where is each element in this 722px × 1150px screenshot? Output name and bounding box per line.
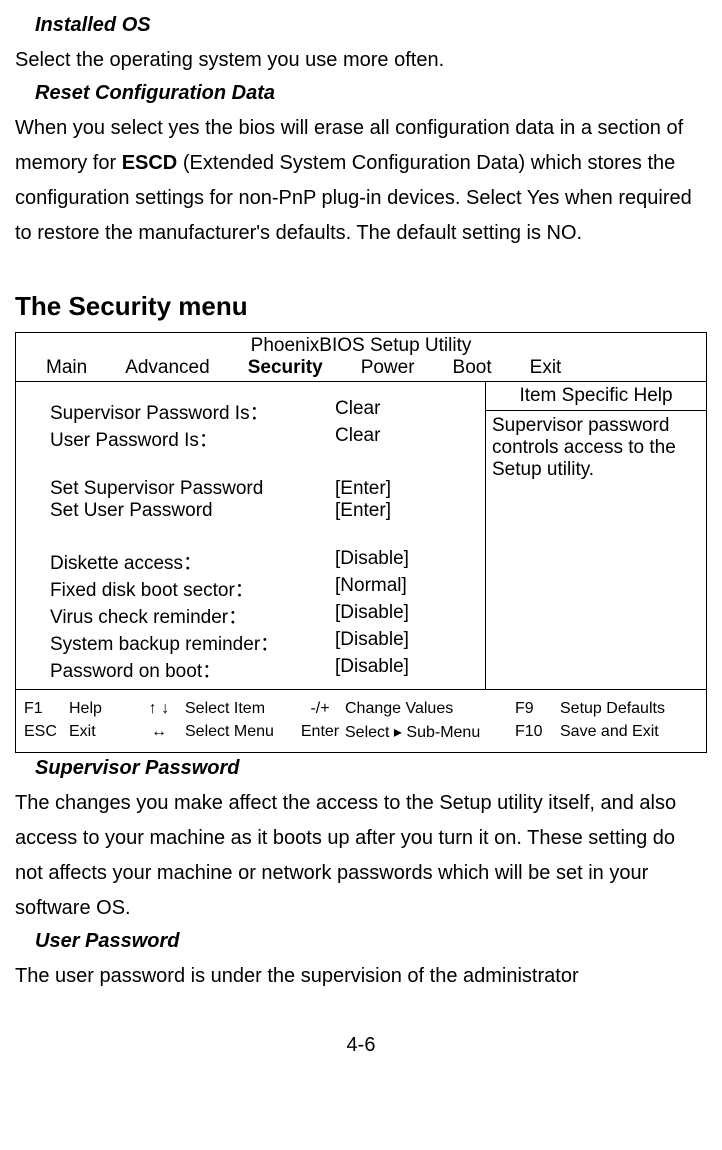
bios-label: Password on boot： [50, 656, 335, 683]
bios-value: Clear [335, 398, 380, 425]
bios-label: Virus check reminder： [50, 602, 335, 629]
arrow-leftright-icon: ↔ [139, 723, 179, 741]
bios-row: Diskette access：[Disable] [50, 548, 477, 575]
bios-settings: Supervisor Password Is：Clear User Passwo… [16, 382, 485, 689]
bios-help-title: Item Specific Help [486, 382, 706, 411]
key-f10: F10 [515, 723, 560, 741]
key-enter: Enter [295, 723, 345, 741]
key-help: Help [69, 700, 139, 718]
bios-label: Diskette access： [50, 548, 335, 575]
key-change-values: Change Values [345, 700, 515, 718]
bios-row: Set User Password[Enter] [50, 500, 477, 522]
bios-label: Set Supervisor Password [50, 478, 335, 500]
key-save-exit: Save and Exit [560, 723, 659, 741]
key-exit: Exit [69, 723, 139, 741]
bios-tab-exit: Exit [530, 357, 562, 379]
bios-label: User Password Is： [50, 425, 335, 452]
user-password-body: The user password is under the supervisi… [15, 959, 707, 994]
bios-value: [Enter] [335, 500, 391, 522]
supervisor-password-heading: Supervisor Password [35, 757, 707, 780]
key-f1: F1 [24, 700, 69, 718]
bios-value: [Enter] [335, 478, 391, 500]
bios-footer-row: F1 Help ↑ ↓ Select Item -/+ Change Value… [24, 700, 698, 718]
bios-row: Supervisor Password Is：Clear [50, 398, 477, 425]
bios-tab-main: Main [46, 357, 87, 379]
bios-row: System backup reminder：[Disable] [50, 629, 477, 656]
bios-title: PhoenixBIOS Setup Utility [16, 333, 706, 357]
bios-tabs: Main Advanced Security Power Boot Exit [16, 357, 706, 382]
page-number: 4-6 [15, 1034, 707, 1057]
bios-label: System backup reminder： [50, 629, 335, 656]
key-setup-defaults: Setup Defaults [560, 700, 665, 718]
bios-tab-boot: Boot [453, 357, 492, 379]
bios-value: [Disable] [335, 602, 409, 629]
key-select-menu: Select Menu [179, 723, 295, 741]
bios-row: Password on boot：[Disable] [50, 656, 477, 683]
reset-config-heading: Reset Configuration Data [35, 82, 707, 105]
bios-value: [Disable] [335, 629, 409, 656]
bios-footer-row: ESC Exit ↔ Select Menu Enter Select ▸ Su… [24, 722, 698, 742]
installed-os-body: Select the operating system you use more… [15, 43, 707, 78]
bios-value: [Disable] [335, 548, 409, 575]
bios-row: Virus check reminder：[Disable] [50, 602, 477, 629]
bios-screenshot: PhoenixBIOS Setup Utility Main Advanced … [15, 332, 707, 753]
bios-label: Fixed disk boot sector： [50, 575, 335, 602]
key-select-submenu: Select ▸ Sub-Menu [345, 722, 515, 742]
user-password-heading: User Password [35, 930, 707, 953]
supervisor-password-body: The changes you make affect the access t… [15, 786, 707, 926]
key-esc: ESC [24, 723, 69, 741]
bios-tab-security: Security [248, 357, 323, 379]
bios-value: [Disable] [335, 656, 409, 683]
reset-config-body: When you select yes the bios will erase … [15, 111, 707, 251]
bios-tab-advanced: Advanced [125, 357, 210, 379]
bios-tab-power: Power [361, 357, 415, 379]
bios-row: Fixed disk boot sector：[Normal] [50, 575, 477, 602]
bios-value: [Normal] [335, 575, 407, 602]
security-menu-heading: The Security menu [15, 291, 707, 322]
arrow-updown-icon: ↑ ↓ [139, 700, 179, 718]
bios-row: Set Supervisor Password[Enter] [50, 478, 477, 500]
escd-term: ESCD [122, 152, 178, 174]
bios-row: User Password Is：Clear [50, 425, 477, 452]
bios-label: Set User Password [50, 500, 335, 522]
bios-label: Supervisor Password Is： [50, 398, 335, 425]
key-select-item: Select Item [179, 700, 295, 718]
key-f9: F9 [515, 700, 560, 718]
bios-value: Clear [335, 425, 380, 452]
key-plusminus: -/+ [295, 700, 345, 718]
installed-os-heading: Installed OS [35, 14, 707, 37]
bios-help-body: Supervisor password controls access to t… [486, 411, 706, 689]
bios-footer: F1 Help ↑ ↓ Select Item -/+ Change Value… [16, 689, 706, 752]
